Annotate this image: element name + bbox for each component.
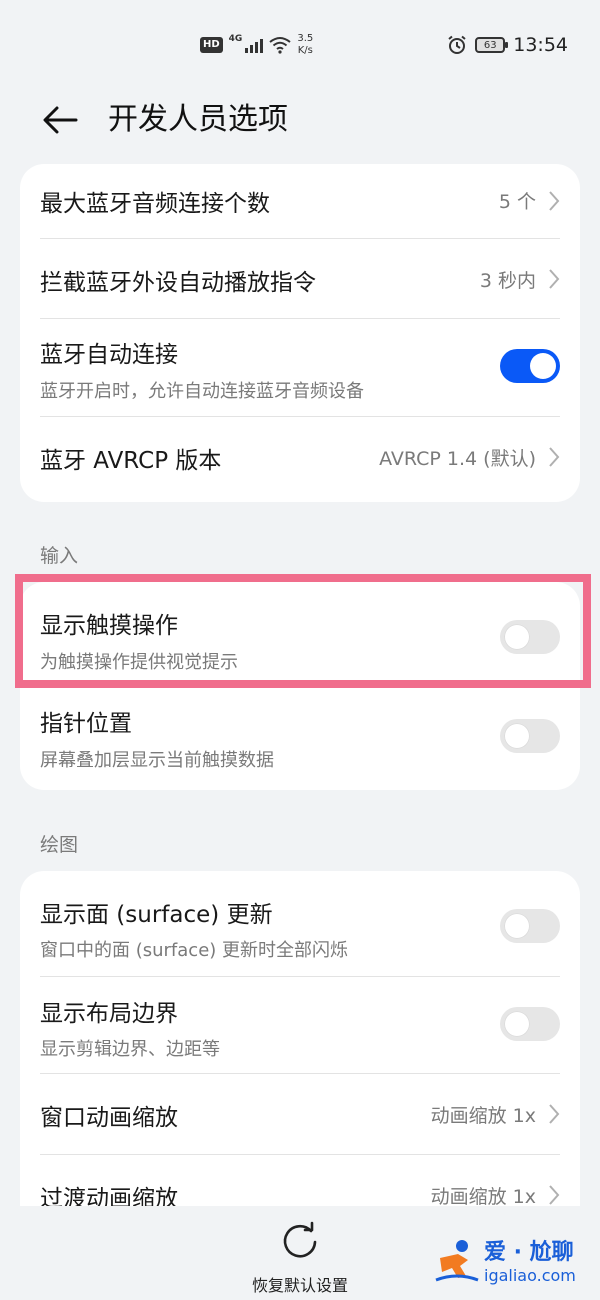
restore-defaults-label: 恢复默认设置: [251, 1276, 348, 1295]
toggle-knob: [504, 1011, 530, 1037]
back-button[interactable]: [40, 100, 80, 140]
transition-animation-scale-row[interactable]: 过渡动画缩放 动画缩放 1x: [20, 1155, 580, 1206]
auto-connect-toggle[interactable]: [500, 349, 560, 383]
watermark: 爱 · 尬聊 igaliao.com: [432, 1232, 592, 1292]
battery-level: 63: [483, 39, 497, 51]
watermark-logo-icon: [435, 1240, 479, 1282]
toggle-knob: [504, 913, 530, 939]
bluetooth-settings-card: 最大蓝牙音频连接个数 5 个 拦截蓝牙外设自动播放指令 3 秒内 蓝牙自动连接 …: [20, 164, 580, 502]
row-value: AVRCP 1.4 (默认): [379, 448, 536, 470]
row-title: 显示触摸操作: [40, 613, 178, 639]
row-title: 显示布局边界: [40, 1001, 178, 1027]
battery-icon: 63: [475, 37, 509, 53]
watermark-title: 爱 · 尬聊: [484, 1240, 574, 1265]
input-settings-card: 显示触摸操作 为触摸操作提供视觉提示 指针位置 屏幕叠加层显示当前触摸数据: [20, 582, 580, 790]
pointer-location-row[interactable]: 指针位置 屏幕叠加层显示当前触摸数据: [20, 686, 580, 790]
row-title: 蓝牙 AVRCP 版本: [40, 448, 222, 474]
status-bar: HD 4G 3.5 K/s 63 13:54: [0, 0, 600, 90]
pointer-location-toggle[interactable]: [500, 719, 560, 753]
wifi-icon: [269, 37, 291, 54]
signal-icon: [245, 37, 264, 53]
row-subtitle: 窗口中的面 (surface) 更新时全部闪烁: [40, 940, 349, 961]
net-speed: 3.5 K/s: [297, 33, 313, 57]
page-title: 开发人员选项: [108, 102, 288, 137]
chevron-right-icon: [549, 1185, 560, 1205]
surface-updates-toggle[interactable]: [500, 909, 560, 943]
toggle-knob: [530, 353, 556, 379]
alarm-icon: [448, 35, 466, 54]
row-value: 动画缩放 1x: [430, 1105, 536, 1127]
row-subtitle: 为触摸操作提供视觉提示: [40, 652, 238, 673]
row-value: 动画缩放 1x: [430, 1186, 536, 1206]
row-title: 指针位置: [40, 711, 132, 737]
row-value: 5 个: [498, 191, 536, 213]
network-type: 4G: [228, 34, 243, 44]
chevron-right-icon: [549, 191, 560, 211]
section-label-input: 输入: [40, 545, 79, 567]
avrcp-version-row[interactable]: 蓝牙 AVRCP 版本 AVRCP 1.4 (默认): [20, 417, 580, 502]
bluetooth-auto-connect-row[interactable]: 蓝牙自动连接 蓝牙开启时，允许自动连接蓝牙音频设备: [20, 319, 580, 416]
row-title: 拦截蓝牙外设自动播放指令: [40, 270, 316, 296]
row-title: 窗口动画缩放: [40, 1105, 178, 1131]
section-label-drawing: 绘图: [40, 834, 79, 856]
net-speed-value: 3.5: [297, 33, 314, 44]
show-touches-row[interactable]: 显示触摸操作 为触摸操作提供视觉提示: [20, 582, 580, 686]
hd-badge: HD: [200, 37, 223, 53]
row-title: 蓝牙自动连接: [40, 342, 178, 368]
toggle-knob: [504, 624, 530, 650]
chevron-right-icon: [549, 269, 560, 289]
restore-icon: [283, 1221, 317, 1258]
net-speed-unit: K/s: [297, 45, 313, 56]
status-right: 63 13:54: [447, 32, 568, 58]
row-subtitle: 显示剪辑边界、边距等: [40, 1039, 220, 1060]
chevron-right-icon: [549, 447, 560, 467]
surface-updates-row[interactable]: 显示面 (surface) 更新 窗口中的面 (surface) 更新时全部闪烁: [20, 871, 580, 976]
status-left: HD 4G 3.5 K/s: [200, 32, 313, 58]
clock: 13:54: [513, 34, 568, 56]
watermark-url: igaliao.com: [484, 1266, 576, 1285]
layout-bounds-toggle[interactable]: [500, 1007, 560, 1041]
window-animation-scale-row[interactable]: 窗口动画缩放 动画缩放 1x: [20, 1074, 580, 1154]
chevron-right-icon: [549, 1104, 560, 1124]
row-title: 过渡动画缩放: [40, 1186, 178, 1206]
row-value: 3 秒内: [479, 270, 536, 292]
back-arrow-icon: [43, 106, 78, 134]
header: 开发人员选项: [0, 90, 600, 150]
row-subtitle: 屏幕叠加层显示当前触摸数据: [40, 750, 274, 771]
row-title: 显示面 (surface) 更新: [40, 902, 273, 928]
row-title: 最大蓝牙音频连接个数: [40, 191, 270, 217]
layout-bounds-row[interactable]: 显示布局边界 显示剪辑边界、边距等: [20, 977, 580, 1073]
row-subtitle: 蓝牙开启时，允许自动连接蓝牙音频设备: [40, 381, 364, 402]
max-bluetooth-devices-row[interactable]: 最大蓝牙音频连接个数 5 个: [20, 164, 580, 238]
drawing-settings-card: 显示面 (surface) 更新 窗口中的面 (surface) 更新时全部闪烁…: [20, 871, 580, 1206]
intercept-autoplay-row[interactable]: 拦截蓝牙外设自动播放指令 3 秒内: [20, 239, 580, 318]
show-touches-toggle[interactable]: [500, 620, 560, 654]
restore-defaults-button[interactable]: 恢复默认设置: [240, 1220, 360, 1296]
toggle-knob: [504, 723, 530, 749]
